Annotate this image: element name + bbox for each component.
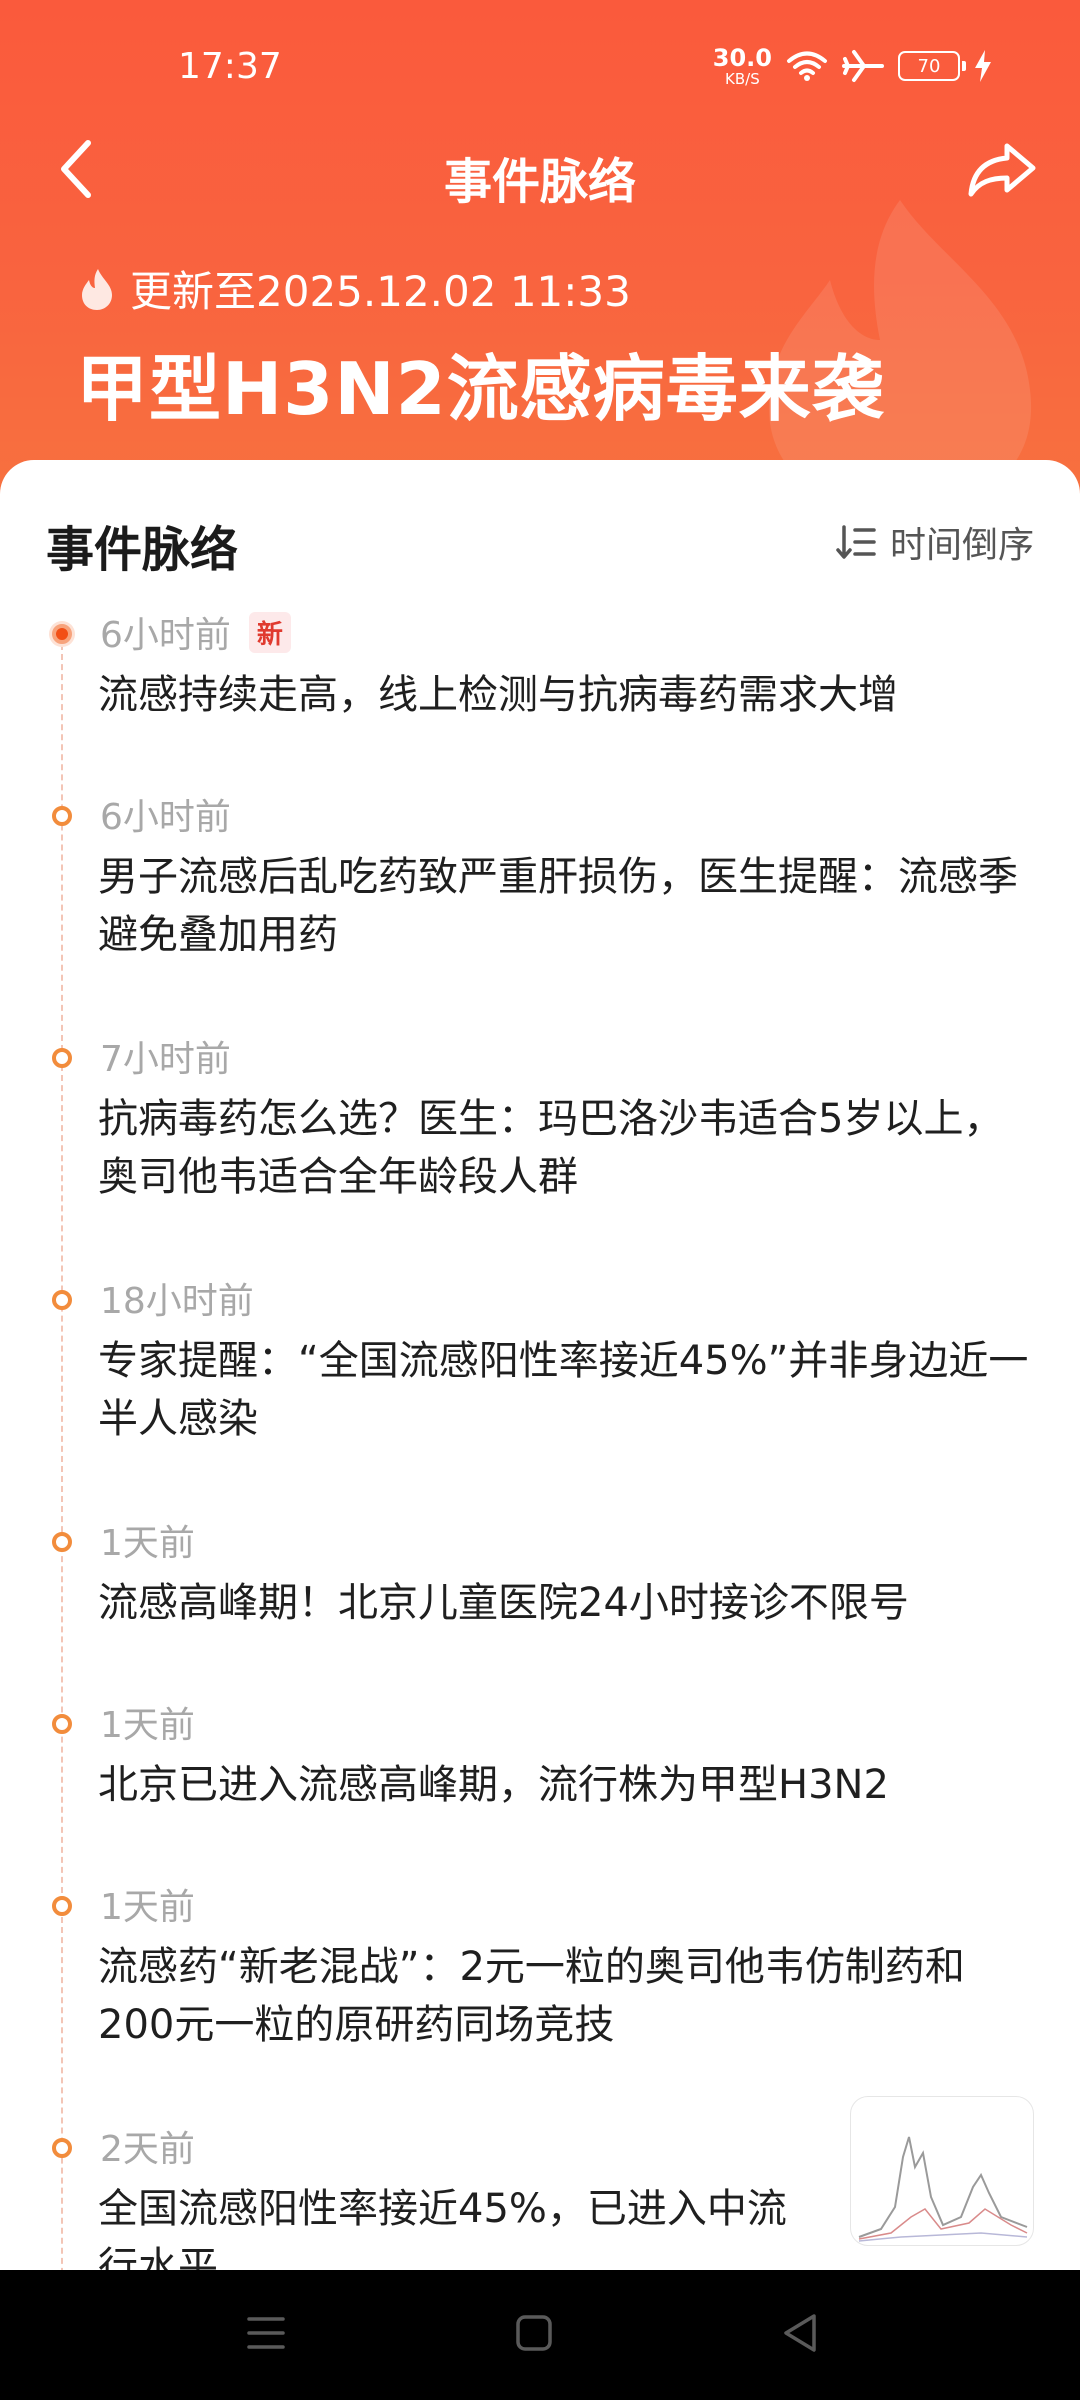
sort-order-button[interactable]: 时间倒序 [836, 516, 1034, 568]
timeline-headline[interactable]: 男子流感后乱吃药致严重肝损伤，医生提醒：流感季避免叠加用药 [98, 848, 1038, 964]
timeline-time: 7小时前 [100, 1039, 231, 1080]
status-time: 17:37 [178, 46, 282, 87]
event-title: 甲型H3N2流感病毒来袭 [76, 347, 885, 431]
sort-order-label: 时间倒序 [889, 525, 1034, 566]
home-square-icon [516, 2315, 552, 2351]
section-header: 事件脉络 时间倒序 [46, 510, 1034, 580]
timeline-time: 1天前 [100, 1887, 195, 1928]
timeline-dot [52, 1290, 72, 1310]
status-icons: 30.0 KB/S 70 [713, 44, 992, 88]
system-back-button[interactable] [760, 2298, 840, 2368]
timeline-dot [52, 2138, 72, 2158]
header: 17:37 30.0 KB/S 70 事件脉络 更新至2025.12.02 11… [0, 0, 1080, 500]
sort-descending-icon [836, 525, 876, 559]
status-bar: 17:37 30.0 KB/S 70 [0, 0, 1080, 130]
wifi-icon [787, 51, 827, 81]
timeline-line [61, 634, 63, 2270]
timeline-dot [52, 624, 72, 644]
timeline-dot [52, 806, 72, 826]
share-button[interactable] [962, 132, 1042, 208]
timeline-headline[interactable]: 流感持续走高，线上检测与抗病毒药需求大增 [98, 666, 1038, 724]
timeline-dot [52, 1714, 72, 1734]
timeline-time: 18小时前 [100, 1281, 254, 1322]
battery-level: 70 [917, 55, 941, 77]
nav-bar: 事件脉络 [0, 120, 1080, 220]
timeline-time: 1天前 [100, 1705, 195, 1746]
timeline-card: 事件脉络 时间倒序 6小时前新 流感持续走高，线上检测与抗病毒药需求大增 6小时… [0, 460, 1080, 2270]
airplane-mode-icon [842, 50, 884, 82]
timeline-headline[interactable]: 北京已进入流感高峰期，流行株为甲型H3N2 [98, 1756, 1038, 1814]
recent-apps-button[interactable] [226, 2298, 306, 2368]
battery-icon: 70 [898, 51, 966, 81]
back-triangle-icon [784, 2314, 816, 2352]
network-speed-unit: KB/S [725, 69, 760, 88]
home-button[interactable] [494, 2298, 574, 2368]
timeline-dot [52, 1048, 72, 1068]
timeline-dot [52, 1532, 72, 1552]
system-navigation-bar [0, 2270, 1080, 2400]
timeline-headline[interactable]: 流感药“新老混战”：2元一粒的奥司他韦仿制药和200元一粒的原研药同场竞技 [98, 1938, 1038, 2054]
flame-icon [82, 268, 112, 310]
timeline-time: 6小时前 [100, 797, 231, 838]
update-timestamp: 更新至2025.12.02 11:33 [130, 267, 631, 316]
timeline-time: 6小时前新 [100, 606, 291, 658]
network-speed: 30.0 KB/S [713, 46, 772, 87]
menu-icon [247, 2317, 285, 2349]
network-speed-value: 30.0 [712, 43, 772, 72]
timeline-time: 2天前 [100, 2129, 195, 2170]
update-info: 更新至2025.12.02 11:33 [78, 258, 631, 319]
page-title: 事件脉络 [443, 154, 636, 210]
new-badge: 新 [248, 612, 291, 653]
timeline-headline[interactable]: 流感高峰期！北京儿童医院24小时接诊不限号 [98, 1574, 1038, 1632]
charging-icon [975, 50, 991, 82]
timeline-time: 1天前 [100, 1523, 195, 1564]
news-thumbnail[interactable] [850, 2096, 1034, 2246]
timeline-headline[interactable]: 抗病毒药怎么选？医生：玛巴洛沙韦适合5岁以上，奥司他韦适合全年龄段人群 [98, 1090, 1038, 1206]
timeline-headline[interactable]: 专家提醒：“全国流感阳性率接近45%”并非身边近一半人感染 [98, 1332, 1038, 1448]
timeline-headline[interactable]: 全国流感阳性率接近45%，已进入中流行水平 [98, 2180, 818, 2270]
timeline-time-text: 6小时前 [100, 615, 231, 656]
share-icon [968, 143, 1036, 197]
timeline-dot [52, 1896, 72, 1916]
thumbnail-chart-image [858, 2136, 1028, 2242]
